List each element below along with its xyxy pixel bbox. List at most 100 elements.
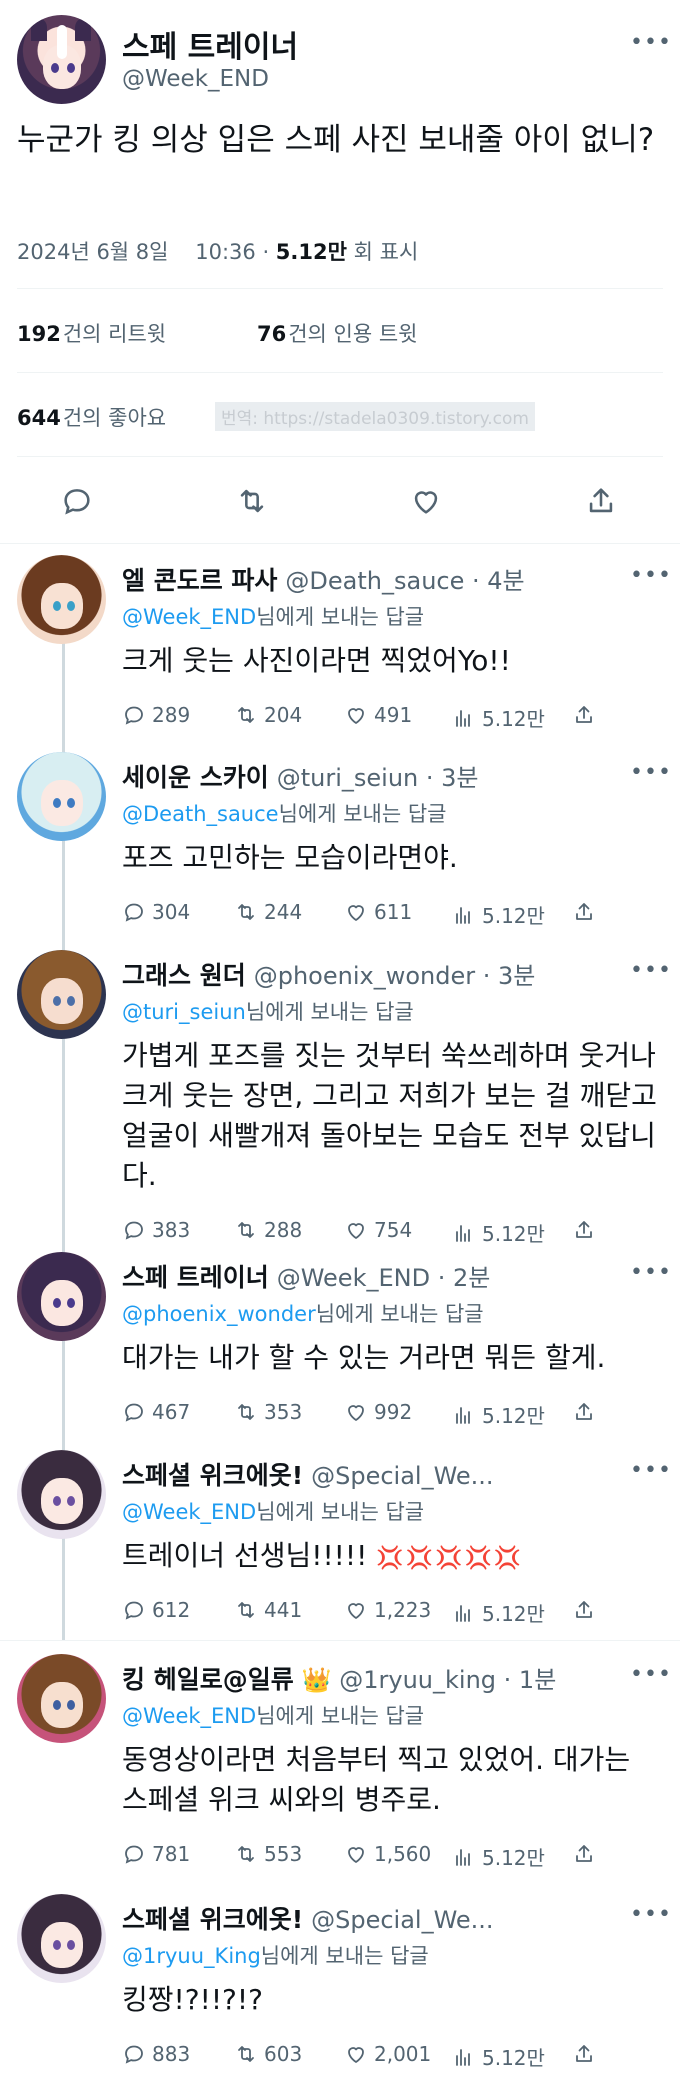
more-icon[interactable]: ••• xyxy=(630,30,672,55)
like-button[interactable]: 611 xyxy=(344,900,412,924)
avatar-eye xyxy=(67,1700,75,1710)
like-icon[interactable] xyxy=(409,484,443,518)
avatar[interactable] xyxy=(17,1654,106,1743)
retweet-icon xyxy=(238,1602,254,1618)
author-name[interactable]: 스페셜 위크에옷! xyxy=(122,1905,303,1934)
retweet-icon xyxy=(238,1222,254,1238)
like-button[interactable]: 2,001 xyxy=(344,2042,431,2066)
retweet-button[interactable]: 553 xyxy=(234,1842,302,1866)
reply-text: 포즈 고민하는 모습이라면야. xyxy=(122,838,662,878)
like-button[interactable]: 1,560 xyxy=(344,1842,431,1866)
views-button[interactable]: 5.12만 xyxy=(452,1842,545,1871)
author-name[interactable]: 킹 헤일로@일류 xyxy=(122,1665,294,1694)
share-button[interactable] xyxy=(572,2042,596,2066)
mention-link[interactable]: @Week_END xyxy=(122,1500,256,1524)
views-button[interactable]: 5.12만 xyxy=(452,2042,545,2071)
views-button[interactable]: 5.12만 xyxy=(452,703,545,732)
author-name[interactable]: 그래스 원더 xyxy=(122,961,246,990)
likes-stat[interactable]: 644건의 좋아요 xyxy=(17,402,166,432)
views-button[interactable]: 5.12만 xyxy=(452,1400,545,1429)
reply-time[interactable]: · 3분 xyxy=(483,962,536,990)
reply-time[interactable]: · 3분 xyxy=(426,764,479,792)
reply-to-label: 님에게 보내는 답글 xyxy=(256,1500,425,1524)
author-name[interactable]: 스페셜 위크에옷! xyxy=(122,1461,303,1490)
author-handle[interactable]: @1ryuu_king xyxy=(339,1666,496,1694)
more-icon[interactable]: ••• xyxy=(630,1662,672,1687)
reply-button[interactable]: 467 xyxy=(122,1400,190,1424)
author-handle[interactable]: @Special_We... xyxy=(311,1462,493,1490)
author-handle[interactable]: @Special_We... xyxy=(311,1906,493,1934)
reply-icon xyxy=(125,1845,143,1864)
reply-count: 304 xyxy=(152,900,191,924)
share-button[interactable] xyxy=(572,1598,596,1622)
views-button[interactable]: 5.12만 xyxy=(452,1218,545,1247)
reply-button[interactable]: 883 xyxy=(122,2042,190,2066)
views-button[interactable]: 5.12만 xyxy=(452,1598,545,1627)
reply-button[interactable]: 781 xyxy=(122,1842,190,1866)
retweet-button[interactable]: 353 xyxy=(234,1400,302,1424)
share-button[interactable] xyxy=(572,1218,596,1242)
avatar[interactable] xyxy=(17,752,106,841)
reply-button[interactable]: 289 xyxy=(122,703,190,727)
more-icon[interactable]: ••• xyxy=(630,958,672,983)
share-icon[interactable] xyxy=(584,484,618,518)
share-button[interactable] xyxy=(572,1842,596,1866)
mention-link[interactable]: @Death_sauce xyxy=(122,802,279,826)
reply-time[interactable]: · 4분 xyxy=(472,567,525,595)
share-button[interactable] xyxy=(572,703,596,727)
reply-time[interactable]: · 2분 xyxy=(438,1264,491,1292)
retweets-stat[interactable]: 192건의 리트윗 xyxy=(17,318,166,348)
retweet-button[interactable]: 603 xyxy=(234,2042,302,2066)
share-button[interactable] xyxy=(572,900,596,924)
mention-link[interactable]: @Week_END xyxy=(122,605,256,629)
avatar[interactable] xyxy=(17,950,106,1039)
avatar[interactable] xyxy=(17,1894,106,1983)
reply-button[interactable]: 304 xyxy=(122,900,190,924)
author-name[interactable]: 세이운 스카이 xyxy=(122,763,269,792)
reply-to-line: @Week_END님에게 보내는 답글 xyxy=(122,601,424,631)
share-icon xyxy=(576,1845,592,1862)
retweet-icon[interactable] xyxy=(235,484,269,518)
views-icon xyxy=(456,709,470,727)
mention-link[interactable]: @Week_END xyxy=(122,1704,256,1728)
like-button[interactable]: 491 xyxy=(344,703,412,727)
retweet-button[interactable]: 441 xyxy=(234,1598,302,1622)
reply-time[interactable]: · 1분 xyxy=(504,1666,557,1694)
avatar[interactable] xyxy=(17,15,106,104)
author-name[interactable]: 엘 콘도르 파사 xyxy=(122,566,277,595)
reply-button[interactable]: 612 xyxy=(122,1598,190,1622)
more-icon[interactable]: ••• xyxy=(630,563,672,588)
retweet-button[interactable]: 288 xyxy=(234,1218,302,1242)
quotes-stat[interactable]: 76건의 인용 트윗 xyxy=(257,318,418,348)
more-icon[interactable]: ••• xyxy=(630,1260,672,1285)
author-handle[interactable]: @Week_END xyxy=(122,66,269,92)
more-icon[interactable]: ••• xyxy=(630,1902,672,1927)
author-name[interactable]: 스페 트레이너 xyxy=(122,22,298,66)
retweet-button[interactable]: 204 xyxy=(234,703,302,727)
tweet-date[interactable]: 2024년 6월 8일 xyxy=(17,240,168,264)
avatar-face xyxy=(41,1280,83,1326)
tweet-time[interactable]: 10:36 xyxy=(195,240,256,264)
reply-icon[interactable] xyxy=(60,484,94,518)
avatar[interactable] xyxy=(17,1450,106,1539)
reply-button[interactable]: 383 xyxy=(122,1218,190,1242)
views-button[interactable]: 5.12만 xyxy=(452,900,545,929)
author-handle[interactable]: @Week_END xyxy=(277,1264,430,1292)
mention-link[interactable]: @phoenix_wonder xyxy=(122,1302,316,1326)
retweet-button[interactable]: 244 xyxy=(234,900,302,924)
more-icon[interactable]: ••• xyxy=(630,1458,672,1483)
more-icon[interactable]: ••• xyxy=(630,760,672,785)
views-count: 5.12만 xyxy=(275,240,347,264)
avatar[interactable] xyxy=(17,1252,106,1341)
author-handle[interactable]: @phoenix_wonder xyxy=(254,962,475,990)
author-name[interactable]: 스페 트레이너 xyxy=(122,1263,269,1292)
mention-link[interactable]: @1ryuu_King xyxy=(122,1944,261,1968)
like-button[interactable]: 1,223 xyxy=(344,1598,431,1622)
author-handle[interactable]: @turi_seiun xyxy=(277,764,419,792)
share-button[interactable] xyxy=(572,1400,596,1424)
mention-link[interactable]: @turi_seiun xyxy=(122,1000,246,1024)
like-button[interactable]: 992 xyxy=(344,1400,412,1424)
like-button[interactable]: 754 xyxy=(344,1218,412,1242)
avatar[interactable] xyxy=(17,555,106,644)
author-handle[interactable]: @Death_sauce xyxy=(285,567,464,595)
